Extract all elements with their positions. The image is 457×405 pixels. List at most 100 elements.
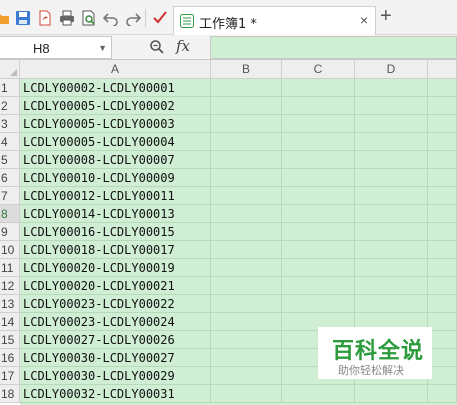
cell-b[interactable]	[211, 331, 282, 349]
cell-d[interactable]	[355, 169, 428, 187]
cell-a[interactable]: LCDLY00023-LCDLY00022	[20, 295, 211, 313]
cell-c[interactable]	[282, 223, 355, 241]
cell-d[interactable]	[355, 187, 428, 205]
cell-c[interactable]	[282, 79, 355, 97]
row-header[interactable]: 13	[0, 295, 20, 313]
row-header[interactable]: 12	[0, 277, 20, 295]
cell-b[interactable]	[211, 277, 282, 295]
cell-d[interactable]	[355, 259, 428, 277]
cell-b[interactable]	[211, 79, 282, 97]
close-tab-icon[interactable]: ×	[360, 12, 368, 28]
cell-b[interactable]	[211, 367, 282, 385]
row-header[interactable]: 16	[0, 349, 20, 367]
cell-c[interactable]	[282, 169, 355, 187]
cell-a[interactable]: LCDLY00010-LCDLY00009	[20, 169, 211, 187]
cell-d[interactable]	[355, 115, 428, 133]
cell-a[interactable]: LCDLY00005-LCDLY00003	[20, 115, 211, 133]
undo-icon[interactable]	[103, 10, 119, 26]
row-header[interactable]: 2	[0, 97, 20, 115]
cell-c[interactable]	[282, 295, 355, 313]
cell-a[interactable]: LCDLY00008-LCDLY00007	[20, 151, 211, 169]
cell-e[interactable]	[428, 223, 457, 241]
cell-e[interactable]	[428, 79, 457, 97]
name-box[interactable]: H8 ▼	[0, 36, 112, 59]
cell-e[interactable]	[428, 187, 457, 205]
formula-input[interactable]	[210, 36, 457, 59]
cell-e[interactable]	[428, 385, 457, 403]
document-tab[interactable]: 工作簿1 * ×	[173, 6, 376, 35]
cell-c[interactable]	[282, 151, 355, 169]
column-header-b[interactable]: B	[211, 60, 282, 79]
column-header-a[interactable]: A	[20, 60, 211, 79]
row-header[interactable]: 8	[0, 205, 20, 223]
pdf-icon[interactable]	[37, 10, 53, 26]
cell-b[interactable]	[211, 187, 282, 205]
cell-a[interactable]: LCDLY00005-LCDLY00004	[20, 133, 211, 151]
cell-e[interactable]	[428, 277, 457, 295]
cell-a[interactable]: LCDLY00032-LCDLY00031	[20, 385, 211, 403]
cell-a[interactable]: LCDLY00002-LCDLY00001	[20, 79, 211, 97]
cell-a[interactable]: LCDLY00030-LCDLY00027	[20, 349, 211, 367]
cell-e[interactable]	[428, 367, 457, 385]
cell-c[interactable]	[282, 97, 355, 115]
cell-e[interactable]	[428, 151, 457, 169]
cell-d[interactable]	[355, 79, 428, 97]
cell-b[interactable]	[211, 133, 282, 151]
cell-d[interactable]	[355, 277, 428, 295]
cell-e[interactable]	[428, 241, 457, 259]
cell-e[interactable]	[428, 115, 457, 133]
cell-e[interactable]	[428, 169, 457, 187]
row-header[interactable]: 3	[0, 115, 20, 133]
cell-b[interactable]	[211, 313, 282, 331]
format-painter-icon[interactable]	[152, 10, 168, 26]
row-header[interactable]: 15	[0, 331, 20, 349]
column-header-d[interactable]: D	[355, 60, 428, 79]
cell-d[interactable]	[355, 295, 428, 313]
cell-e[interactable]	[428, 205, 457, 223]
insert-function-button[interactable]: fx	[176, 37, 190, 55]
print-preview-icon[interactable]	[81, 10, 97, 26]
row-header[interactable]: 5	[0, 151, 20, 169]
cell-a[interactable]: LCDLY00018-LCDLY00017	[20, 241, 211, 259]
row-header[interactable]: 7	[0, 187, 20, 205]
row-header[interactable]: 17	[0, 367, 20, 385]
folder-icon[interactable]	[0, 10, 10, 26]
cell-c[interactable]	[282, 115, 355, 133]
row-header[interactable]: 1	[0, 79, 20, 97]
row-header[interactable]: 11	[0, 259, 20, 277]
cell-d[interactable]	[355, 205, 428, 223]
column-header-c[interactable]: C	[282, 60, 355, 79]
new-tab-button[interactable]: +	[380, 5, 392, 27]
cell-d[interactable]	[355, 151, 428, 169]
cell-b[interactable]	[211, 259, 282, 277]
cell-c[interactable]	[282, 385, 355, 403]
cell-c[interactable]	[282, 133, 355, 151]
row-header[interactable]: 10	[0, 241, 20, 259]
cell-e[interactable]	[428, 295, 457, 313]
cell-d[interactable]	[355, 97, 428, 115]
cell-a[interactable]: LCDLY00023-LCDLY00024	[20, 313, 211, 331]
cell-c[interactable]	[282, 241, 355, 259]
row-header[interactable]: 14	[0, 313, 20, 331]
cell-e[interactable]	[428, 349, 457, 367]
cell-e[interactable]	[428, 133, 457, 151]
cell-c[interactable]	[282, 277, 355, 295]
cell-c[interactable]	[282, 205, 355, 223]
cell-e[interactable]	[428, 331, 457, 349]
cell-d[interactable]	[355, 241, 428, 259]
cell-b[interactable]	[211, 115, 282, 133]
cell-a[interactable]: LCDLY00030-LCDLY00029	[20, 367, 211, 385]
cell-e[interactable]	[428, 97, 457, 115]
cell-d[interactable]	[355, 223, 428, 241]
print-icon[interactable]	[59, 10, 75, 26]
cell-a[interactable]: LCDLY00012-LCDLY00011	[20, 187, 211, 205]
cell-a[interactable]: LCDLY00014-LCDLY00013	[20, 205, 211, 223]
row-header[interactable]: 18	[0, 385, 20, 403]
cell-a[interactable]: LCDLY00027-LCDLY00026	[20, 331, 211, 349]
cell-b[interactable]	[211, 169, 282, 187]
cell-a[interactable]: LCDLY00020-LCDLY00019	[20, 259, 211, 277]
cell-b[interactable]	[211, 151, 282, 169]
cell-e[interactable]	[428, 313, 457, 331]
chevron-down-icon[interactable]: ▼	[98, 43, 107, 53]
cell-c[interactable]	[282, 187, 355, 205]
